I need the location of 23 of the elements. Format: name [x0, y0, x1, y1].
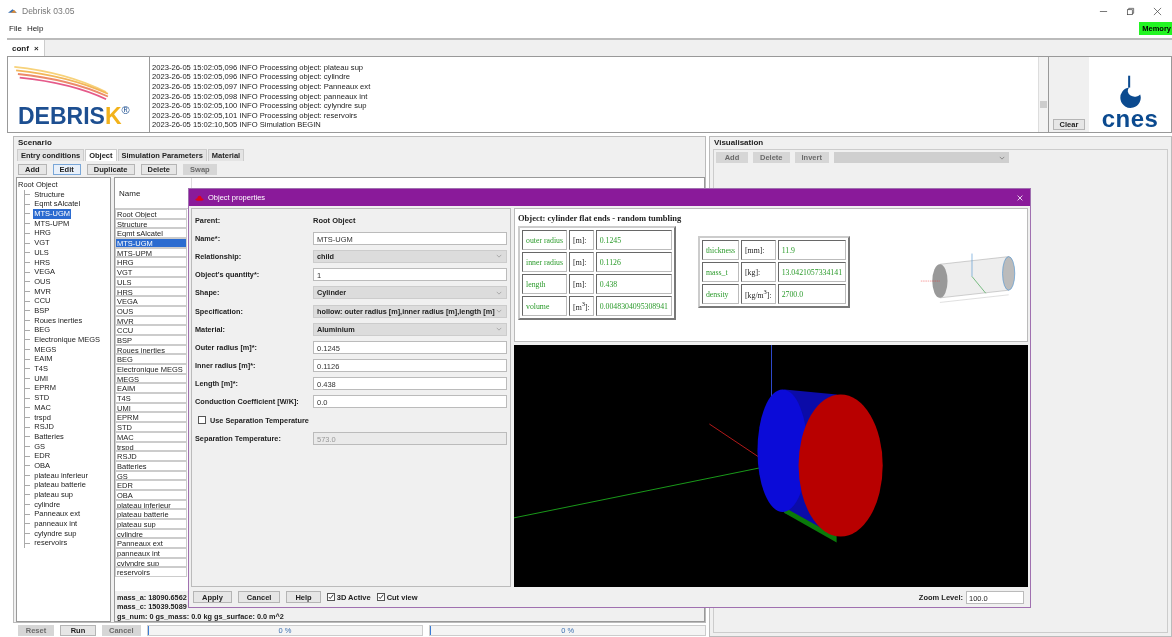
panel-title: Scenario [17, 137, 53, 149]
checkbox[interactable] [198, 416, 206, 425]
close-icon[interactable] [1153, 6, 1162, 16]
menu-item[interactable]: Help [26, 24, 44, 33]
checkbox[interactable] [326, 593, 335, 601]
app-icon [8, 8, 17, 14]
info-heading: Object: cylinder flat ends - random tumbling [518, 213, 683, 223]
caret-icon [496, 327, 502, 332]
caret-icon [496, 254, 502, 259]
debrisk-logo: DEBRISK® [8, 57, 150, 132]
hat-icon [195, 194, 204, 201]
scrollbar[interactable] [1038, 57, 1048, 132]
menu-item[interactable]: File [9, 24, 22, 33]
caret-icon [496, 309, 502, 314]
checkbox[interactable] [376, 593, 385, 601]
window-title: Debrisk 03.05 [22, 6, 75, 16]
close-icon[interactable]: × [33, 43, 39, 53]
restore-icon[interactable] [1126, 6, 1135, 16]
document-tab[interactable]: conf × [7, 40, 45, 56]
caret-icon [496, 290, 502, 295]
cnes-logo: cnes [1089, 57, 1171, 132]
caret-icon [998, 155, 1005, 160]
panel-title: Visualisation [713, 137, 765, 149]
